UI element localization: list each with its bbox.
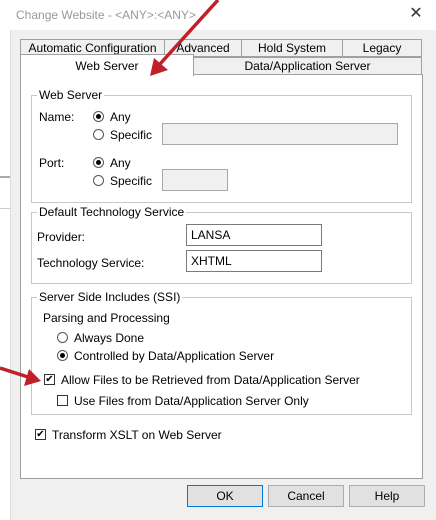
provider-field[interactable]: LANSA: [186, 224, 322, 246]
help-button[interactable]: Help: [349, 485, 425, 507]
port-specific-field[interactable]: [162, 169, 228, 191]
web-server-group: Web Server Name: Any Specific Port: Any …: [31, 88, 412, 203]
default-technology-group: Default Technology Service Provider: LAN…: [31, 205, 412, 284]
ssi-legend: Server Side Includes (SSI): [37, 290, 183, 304]
always-done-radio[interactable]: [57, 332, 68, 343]
controlled-by-radio[interactable]: [57, 350, 68, 361]
cancel-button[interactable]: Cancel: [268, 485, 344, 507]
port-label: Port:: [39, 156, 65, 170]
ssi-group: Server Side Includes (SSI) Parsing and P…: [31, 290, 412, 415]
background-window-strip: [0, 30, 11, 520]
technology-service-label: Technology Service:: [37, 256, 145, 270]
tab-web-server[interactable]: Web Server: [20, 54, 194, 76]
web-server-legend: Web Server: [37, 88, 105, 102]
tab-hold-system[interactable]: Hold System: [241, 39, 343, 57]
tab-panel: Web Server Name: Any Specific Port: Any …: [20, 74, 423, 479]
port-specific-radio[interactable]: [93, 175, 104, 186]
title-bar: Change Website - <ANY>:<ANY> ✕: [0, 0, 436, 30]
name-any-label[interactable]: Any: [110, 110, 131, 124]
name-any-radio[interactable]: [93, 111, 104, 122]
default-technology-legend: Default Technology Service: [37, 205, 187, 219]
name-label: Name:: [39, 110, 75, 124]
close-icon[interactable]: ✕: [406, 4, 426, 24]
allow-files-checkbox[interactable]: ✔: [44, 374, 55, 385]
name-specific-label[interactable]: Specific: [110, 128, 152, 142]
allow-files-label[interactable]: Allow Files to be Retrieved from Data/Ap…: [61, 373, 360, 387]
technology-service-field[interactable]: XHTML: [186, 250, 322, 272]
controlled-by-label[interactable]: Controlled by Data/Application Server: [74, 349, 274, 363]
ok-button[interactable]: OK: [187, 485, 263, 507]
port-any-label[interactable]: Any: [110, 156, 131, 170]
parsing-processing-label: Parsing and Processing: [43, 311, 170, 325]
name-specific-field[interactable]: [162, 123, 398, 145]
tab-legacy[interactable]: Legacy: [342, 39, 422, 57]
name-specific-radio[interactable]: [93, 129, 104, 140]
window-title: Change Website - <ANY>:<ANY>: [16, 8, 196, 22]
port-specific-label[interactable]: Specific: [110, 174, 152, 188]
transform-xslt-checkbox[interactable]: ✔: [35, 429, 46, 440]
port-any-radio[interactable]: [93, 157, 104, 168]
use-files-checkbox[interactable]: [57, 395, 68, 406]
tab-data-application-server[interactable]: Data/Application Server: [193, 57, 422, 75]
use-files-label[interactable]: Use Files from Data/Application Server O…: [74, 394, 309, 408]
transform-xslt-label[interactable]: Transform XSLT on Web Server: [52, 428, 222, 442]
always-done-label[interactable]: Always Done: [74, 331, 144, 345]
provider-label: Provider:: [37, 230, 86, 244]
